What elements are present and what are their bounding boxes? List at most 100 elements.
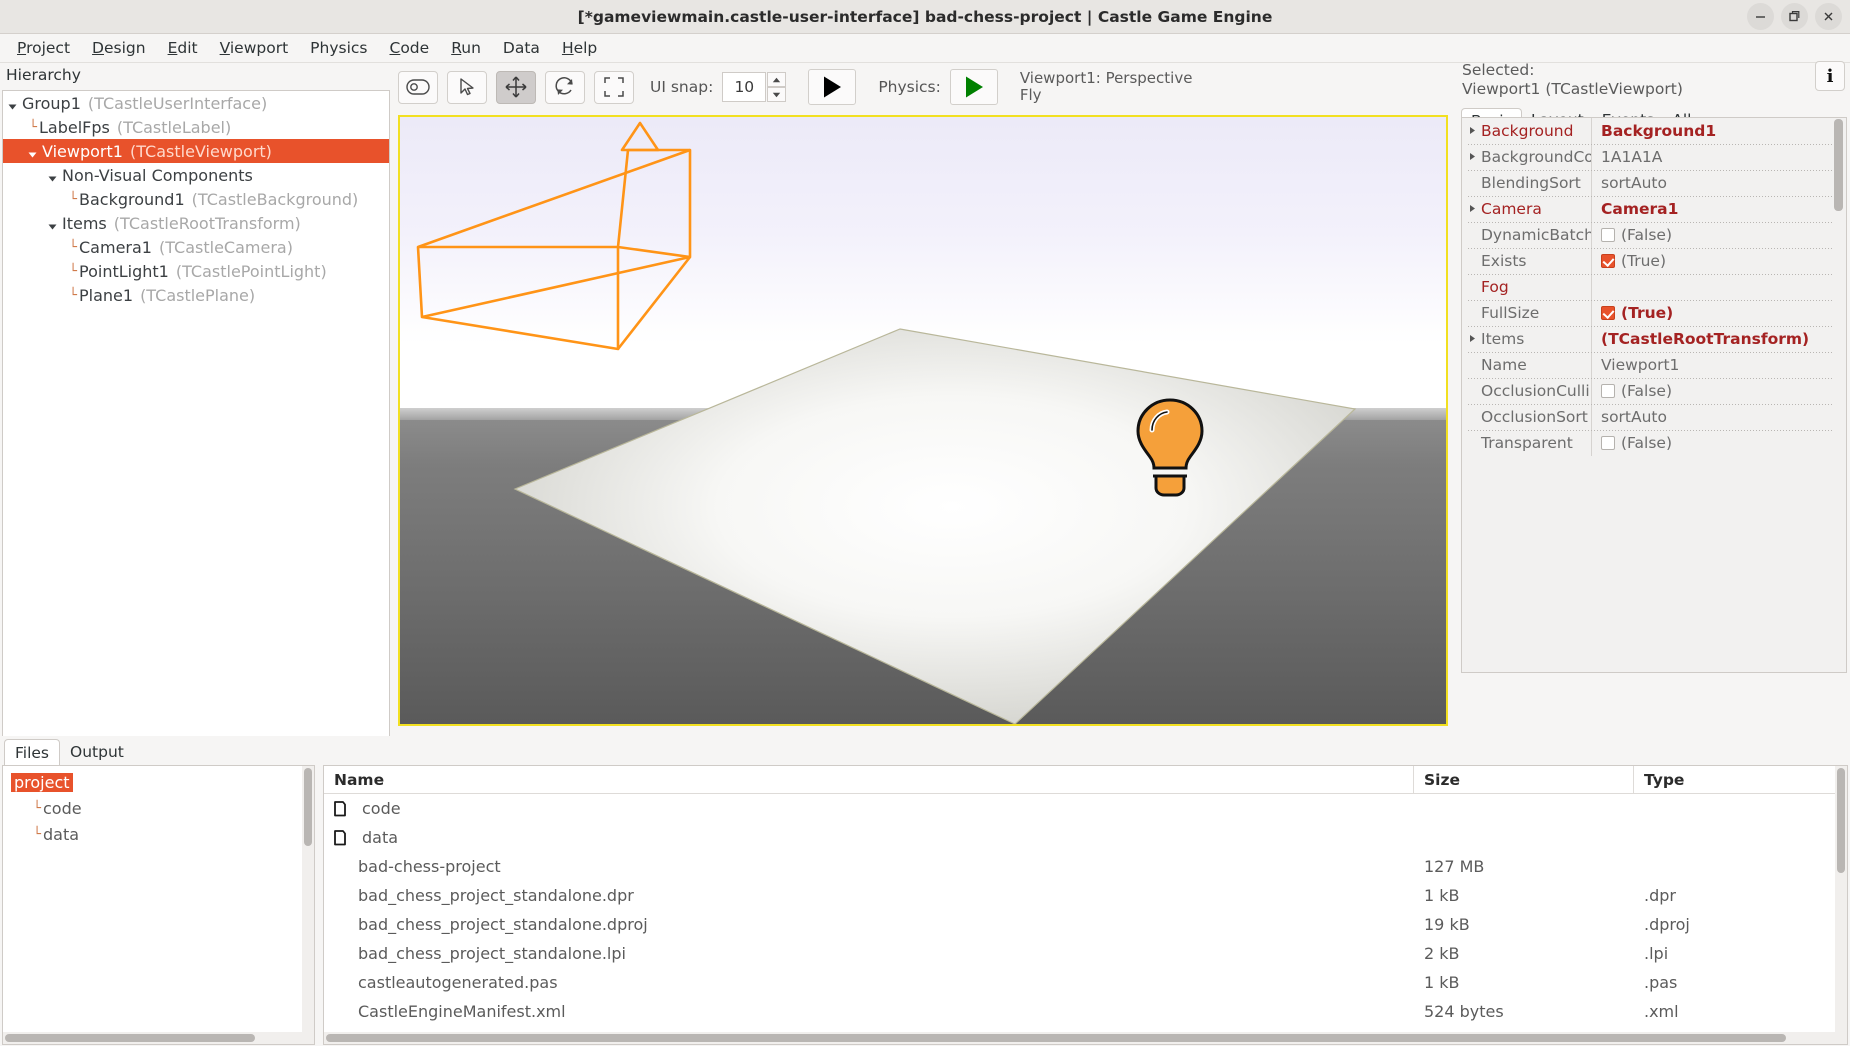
hierarchy-tree[interactable]: Group1 (TCastleUserInterface) └ LabelFps (TC… bbox=[2, 90, 390, 783]
menu-item-viewport[interactable]: Viewport bbox=[209, 36, 300, 60]
tree-item-viewport1[interactable]: Viewport1 (TCastleViewport) bbox=[3, 139, 389, 163]
property-row-occlusioncullin[interactable]: OcclusionCullin (False) bbox=[1462, 378, 1846, 404]
tree-item-pointlight1[interactable]: └ PointLight1 (TCastlePointLight) bbox=[3, 259, 389, 283]
minimize-icon[interactable] bbox=[1747, 3, 1774, 30]
property-row-occlusionsort[interactable]: OcclusionSort sortAuto bbox=[1462, 404, 1846, 430]
file-list-vscrollbar[interactable] bbox=[1835, 766, 1847, 1032]
tree-item-plane1[interactable]: └ Plane1 (TCastlePlane) bbox=[3, 283, 389, 307]
property-row-name[interactable]: Name Viewport1 bbox=[1462, 352, 1846, 378]
ui-snap-stepper[interactable] bbox=[767, 72, 787, 102]
chevron-down-icon[interactable] bbox=[27, 145, 39, 158]
tree-item-items[interactable]: Items (TCastleRootTransform) bbox=[3, 211, 389, 235]
select-arrow-icon[interactable] bbox=[447, 70, 487, 104]
tree-item-group1[interactable]: Group1 (TCastleUserInterface) bbox=[3, 91, 389, 115]
chevron-down-icon[interactable] bbox=[47, 217, 59, 230]
folder-tree-vscrollbar[interactable] bbox=[302, 766, 314, 1032]
checkbox-checked[interactable] bbox=[1601, 254, 1615, 268]
column-header-name[interactable]: Name bbox=[324, 766, 1414, 794]
property-value[interactable]: (True) bbox=[1592, 252, 1846, 270]
design-viewport[interactable] bbox=[398, 115, 1448, 726]
folder-tree-item-project[interactable]: project bbox=[3, 769, 314, 795]
property-row-fog[interactable]: Fog bbox=[1462, 274, 1846, 300]
file-row[interactable]: bad_chess_project_standalone.lpi 2 kB .lpi bbox=[324, 939, 1847, 968]
menu-item-run[interactable]: Run bbox=[440, 36, 492, 60]
info-icon[interactable]: i bbox=[1815, 61, 1845, 91]
close-icon[interactable] bbox=[1815, 3, 1842, 30]
menu-item-edit[interactable]: Edit bbox=[157, 36, 209, 60]
scrollbar-thumb[interactable] bbox=[304, 768, 312, 846]
folder-tree-item-data[interactable]: └ data bbox=[3, 821, 314, 847]
file-row[interactable]: bad_chess_project_standalone.dproj 19 kB.… bbox=[324, 910, 1847, 939]
file-row[interactable]: data bbox=[324, 823, 1847, 852]
property-value[interactable]: Background1 bbox=[1592, 122, 1846, 140]
tab-output[interactable]: Output bbox=[60, 739, 134, 766]
file-row[interactable]: code bbox=[324, 794, 1847, 823]
chevron-right-icon[interactable] bbox=[1468, 326, 1481, 352]
property-row-fullsize[interactable]: FullSize (True) bbox=[1462, 300, 1846, 326]
menu-item-data[interactable]: Data bbox=[492, 36, 551, 60]
property-row-blendingsort[interactable]: BlendingSort sortAuto bbox=[1462, 170, 1846, 196]
property-value[interactable]: 1A1A1A bbox=[1592, 148, 1846, 166]
menu-item-physics[interactable]: Physics bbox=[299, 36, 378, 60]
property-grid-scrollbar[interactable] bbox=[1832, 119, 1845, 672]
folder-tree-item-code[interactable]: └ code bbox=[3, 795, 314, 821]
interact-toggle-icon[interactable] bbox=[398, 70, 438, 104]
chevron-down-icon[interactable] bbox=[47, 169, 59, 182]
run-play-button[interactable] bbox=[808, 69, 857, 105]
rotate-icon[interactable] bbox=[545, 70, 585, 104]
menu-item-help[interactable]: Help bbox=[551, 36, 608, 60]
file-list-hscrollbar[interactable] bbox=[324, 1032, 1847, 1044]
property-value[interactable]: Camera1 bbox=[1592, 200, 1846, 218]
property-value[interactable]: sortAuto bbox=[1592, 408, 1846, 426]
property-row-camera[interactable]: Camera Camera1 bbox=[1462, 196, 1846, 222]
property-value[interactable]: Viewport1 bbox=[1592, 356, 1846, 374]
chevron-right-icon[interactable] bbox=[1468, 118, 1481, 144]
file-row[interactable]: castleautogenerated.pas 1 kB .pas bbox=[324, 968, 1847, 997]
property-value[interactable]: (False) bbox=[1592, 226, 1846, 244]
maximize-icon[interactable] bbox=[1781, 3, 1808, 30]
scrollbar-thumb[interactable] bbox=[1834, 119, 1843, 211]
tab-files[interactable]: Files bbox=[4, 739, 61, 767]
chevron-right-icon[interactable] bbox=[1468, 144, 1481, 170]
checkbox-unchecked[interactable] bbox=[1601, 228, 1615, 242]
column-header-type[interactable]: Type bbox=[1634, 766, 1847, 794]
translate-move-icon[interactable] bbox=[496, 70, 536, 104]
file-row[interactable]: bad-chess-project 127 MB bbox=[324, 852, 1847, 881]
file-list[interactable]: Name Size Type code data bad-chess-project… bbox=[323, 765, 1848, 1045]
menu-item-design[interactable]: Design bbox=[81, 36, 157, 60]
tree-item-background1[interactable]: └ Background1 (TCastleBackground) bbox=[3, 187, 389, 211]
property-row-dynamicbatchin[interactable]: DynamicBatchin (False) bbox=[1462, 222, 1846, 248]
file-row[interactable]: CastleEngineManifest.xml 524 bytes .xml bbox=[324, 997, 1847, 1026]
property-value[interactable]: (False) bbox=[1592, 434, 1846, 452]
property-row-backgroundcol[interactable]: BackgroundCol 1A1A1A bbox=[1462, 144, 1846, 170]
checkbox-checked[interactable] bbox=[1601, 306, 1615, 320]
scrollbar-thumb[interactable] bbox=[326, 1034, 1786, 1042]
property-value[interactable]: (TCastleRootTransform) bbox=[1592, 330, 1846, 348]
tree-item-labelfps[interactable]: └ LabelFps (TCastleLabel) bbox=[3, 115, 389, 139]
file-row[interactable]: bad_chess_project_standalone.dpr 1 kB .dpr bbox=[324, 881, 1847, 910]
checkbox-unchecked[interactable] bbox=[1601, 384, 1615, 398]
property-value[interactable]: (True) bbox=[1592, 304, 1846, 322]
property-grid[interactable]: Background Background1 BackgroundCol 1A1A1A… bbox=[1461, 117, 1847, 673]
scrollbar-thumb[interactable] bbox=[5, 1034, 255, 1042]
tree-item-non-visual-components[interactable]: Non-Visual Components bbox=[3, 163, 389, 187]
physics-play-button[interactable] bbox=[949, 69, 998, 105]
property-row-transparent[interactable]: Transparent (False) bbox=[1462, 430, 1846, 456]
chevron-down-icon[interactable] bbox=[7, 97, 19, 110]
tree-item-camera1[interactable]: └ Camera1 (TCastleCamera) bbox=[3, 235, 389, 259]
menu-item-code[interactable]: Code bbox=[379, 36, 441, 60]
chevron-right-icon[interactable] bbox=[1468, 196, 1481, 222]
viewport-canvas[interactable] bbox=[400, 117, 1446, 724]
folder-tree-hscrollbar[interactable] bbox=[3, 1032, 314, 1044]
folder-tree[interactable]: project └ code └ data bbox=[2, 765, 315, 1045]
column-header-size[interactable]: Size bbox=[1414, 766, 1634, 794]
checkbox-unchecked[interactable] bbox=[1601, 436, 1615, 450]
property-row-background[interactable]: Background Background1 bbox=[1462, 118, 1846, 144]
menu-item-project[interactable]: Project bbox=[6, 36, 81, 60]
property-value[interactable]: sortAuto bbox=[1592, 174, 1846, 192]
property-row-exists[interactable]: Exists (True) bbox=[1462, 248, 1846, 274]
scrollbar-thumb[interactable] bbox=[1837, 768, 1845, 873]
spinner-up-icon[interactable] bbox=[767, 72, 787, 87]
property-row-items[interactable]: Items (TCastleRootTransform) bbox=[1462, 326, 1846, 352]
property-value[interactable]: (False) bbox=[1592, 382, 1846, 400]
